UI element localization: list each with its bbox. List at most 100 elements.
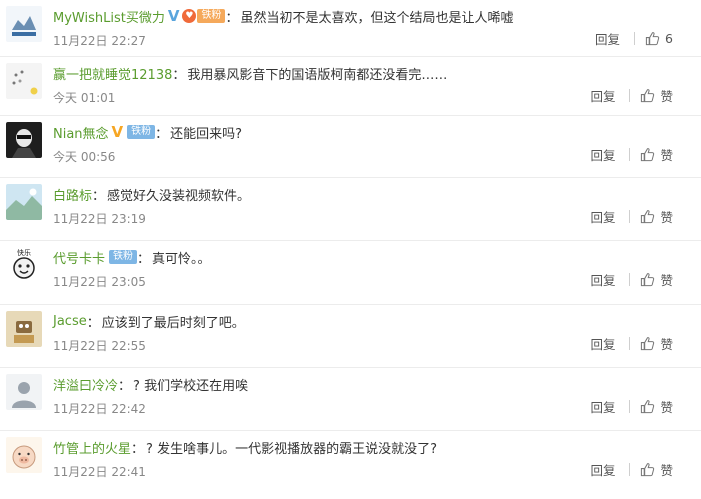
thumbs-up-icon[interactable] [640, 336, 655, 351]
username[interactable]: Jacse [53, 314, 87, 329]
username[interactable]: 竹管上的火星 [53, 438, 131, 457]
avatar[interactable] [6, 437, 42, 473]
comment-header: MyWishList买微力 V ♥ 铁粉 ： 虽然当初不是太喜欢，但这个结局也是… [53, 6, 513, 26]
colon: ： [118, 378, 132, 394]
avatar[interactable] [6, 122, 42, 158]
comment-actions: 回复 赞 [590, 334, 673, 353]
avatar[interactable] [6, 374, 42, 410]
username[interactable]: 洋溢曰冷冷 [53, 375, 118, 394]
divider [629, 273, 631, 286]
timestamp: 11月22日 22:27 [53, 34, 146, 48]
colon: ： [86, 315, 100, 331]
avatar[interactable] [6, 63, 42, 99]
thumbs-up-icon[interactable] [640, 462, 655, 477]
timestamp: 今天 01:01 [53, 91, 116, 105]
reply-button[interactable]: 回复 [590, 460, 615, 479]
avatar-mywishlist-icon [6, 6, 42, 42]
verified-icon: V [111, 123, 124, 141]
like-button[interactable]: 赞 [660, 460, 673, 479]
avatar-dark-icon [6, 122, 42, 158]
comment-text: 真可怜。。 [152, 251, 211, 267]
timestamp: 11月22日 22:55 [53, 339, 146, 353]
reply-button[interactable]: 回复 [590, 145, 615, 164]
like-count[interactable]: 6 [665, 31, 673, 46]
colon: ： [131, 441, 145, 457]
username[interactable]: 代号卡卡 [53, 248, 105, 267]
reply-button[interactable]: 回复 [590, 270, 615, 289]
username[interactable]: 白路标 [53, 185, 92, 204]
timestamp: 今天 00:56 [53, 150, 116, 164]
avatar[interactable] [6, 184, 42, 220]
avatar-person-icon [6, 374, 42, 410]
divider [629, 210, 631, 223]
username[interactable]: Nian無念 [53, 123, 109, 142]
thumbs-up-icon[interactable] [640, 147, 655, 162]
comment-text: 应该到了最后时刻了吧。 [101, 315, 245, 331]
comment-list: MyWishList买微力 V ♥ 铁粉 ： 虽然当初不是太喜欢，但这个结局也是… [0, 0, 701, 499]
avatar-meme-icon: 快乐 [6, 247, 42, 283]
avatar[interactable]: 快乐 [6, 247, 42, 283]
fan-badge: 铁粉 [197, 9, 226, 23]
avatar[interactable] [6, 6, 42, 42]
reply-button[interactable]: 回复 [590, 86, 615, 105]
comment-text: 虽然当初不是太喜欢，但这个结局也是让人唏嘘 [240, 10, 514, 26]
comment-actions: 回复 赞 [590, 145, 673, 164]
fan-badge: 铁粉 [109, 250, 138, 264]
fan-badge: 铁粉 [127, 125, 156, 139]
comment-actions: 回复 赞 [590, 86, 673, 105]
like-button[interactable]: 赞 [660, 270, 673, 289]
comment-item: 快乐 代号卡卡 铁粉 ： 真可怜。。 11月22日 23:05 回复 赞 [0, 241, 701, 305]
thumbs-up-icon[interactable] [640, 209, 655, 224]
timestamp: 11月22日 22:42 [53, 402, 146, 416]
timestamp: 11月22日 22:41 [53, 465, 146, 479]
like-button[interactable]: 赞 [660, 86, 673, 105]
comment-header: 洋溢曰冷冷 ： ? 我们学校还在用唉 [53, 374, 248, 394]
reply-button[interactable]: 回复 [590, 207, 615, 226]
username[interactable]: MyWishList买微力 [53, 7, 165, 26]
comment-text: ? 我们学校还在用唉 [133, 378, 249, 394]
divider [629, 89, 631, 102]
comment-header: 代号卡卡 铁粉 ： 真可怜。。 [53, 247, 211, 267]
comment-header: Nian無念 V 铁粉 ： 还能回来吗? [53, 122, 242, 142]
comment-text: 我用暴风影音下的国语版柯南都还没看完…… [187, 67, 448, 83]
comment-actions: 回复 6 [595, 29, 673, 48]
colon: ： [225, 10, 239, 26]
timestamp: 11月22日 23:05 [53, 275, 146, 289]
colon: ： [92, 188, 106, 204]
comment-item: Jacse ： 应该到了最后时刻了吧。 11月22日 22:55 回复 赞 [0, 305, 701, 368]
thumbs-up-icon[interactable] [645, 31, 660, 46]
comment-actions: 回复 赞 [590, 460, 673, 479]
like-button[interactable]: 赞 [660, 145, 673, 164]
divider [629, 148, 631, 161]
like-button[interactable]: 赞 [660, 334, 673, 353]
comment-item: Nian無念 V 铁粉 ： 还能回来吗? 今天 00:56 回复 赞 [0, 116, 701, 178]
thumbs-up-icon[interactable] [640, 399, 655, 414]
colon: ： [137, 251, 151, 267]
comment-actions: 回复 赞 [590, 270, 673, 289]
comment-item: MyWishList买微力 V ♥ 铁粉 ： 虽然当初不是太喜欢，但这个结局也是… [0, 0, 701, 57]
comment-item: 洋溢曰冷冷 ： ? 我们学校还在用唉 11月22日 22:42 回复 赞 [0, 368, 701, 431]
thumbs-up-icon[interactable] [640, 272, 655, 287]
colon: ： [155, 126, 169, 142]
comment-item: 竹管上的火星 ： ? 发生啥事儿。一代影视播放器的霸王说没就没了? 11月22日… [0, 431, 701, 499]
comment-header: 赢一把就睡觉12138 ： 我用暴风影音下的国语版柯南都还没看完…… [53, 63, 447, 83]
reply-button[interactable]: 回复 [590, 397, 615, 416]
reply-button[interactable]: 回复 [595, 29, 620, 48]
comment-text: 感觉好久没装视频软件。 [107, 188, 251, 204]
verified-icon: V [167, 7, 180, 25]
like-button[interactable]: 赞 [660, 397, 673, 416]
username[interactable]: 赢一把就睡觉12138 [53, 64, 172, 83]
divider [629, 400, 631, 413]
avatar-robot-icon [6, 311, 42, 347]
avatar-pig-icon [6, 437, 42, 473]
divider [634, 32, 636, 45]
thumbs-up-icon[interactable] [640, 88, 655, 103]
avatar[interactable] [6, 311, 42, 347]
comment-header: 白路标 ： 感觉好久没装视频软件。 [53, 184, 250, 204]
comment-header: Jacse ： 应该到了最后时刻了吧。 [53, 311, 245, 331]
avatar-landscape-icon [6, 184, 42, 220]
comment-actions: 回复 赞 [590, 207, 673, 226]
like-button[interactable]: 赞 [660, 207, 673, 226]
reply-button[interactable]: 回复 [590, 334, 615, 353]
comment-actions: 回复 赞 [590, 397, 673, 416]
